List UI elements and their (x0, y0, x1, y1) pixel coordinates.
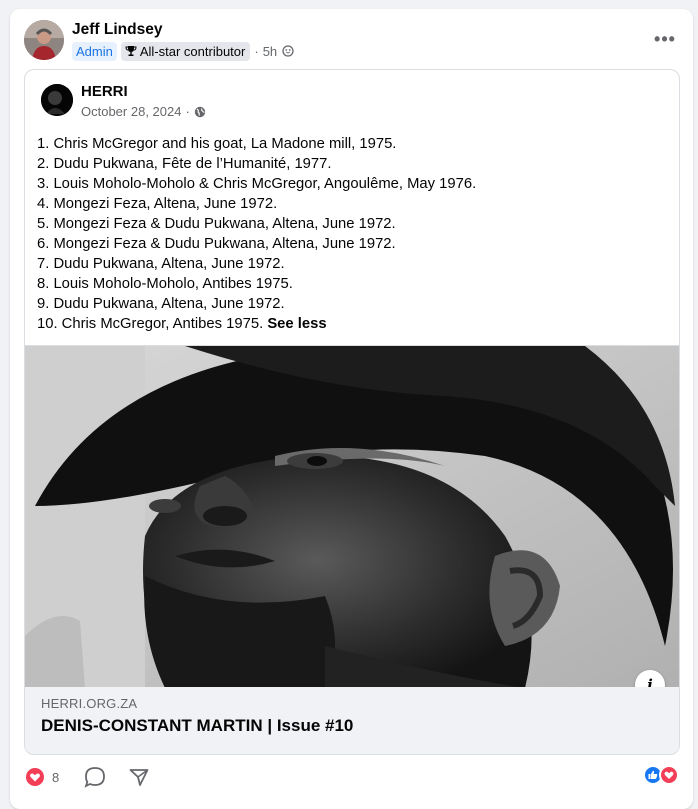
post-caption: 1. Chris McGregor and his goat, La Madon… (37, 134, 667, 334)
caption-line: 5. Mongezi Feza & Dudu Pukwana, Altena, … (37, 216, 396, 232)
page-meta: October 28, 2024 · (81, 104, 206, 119)
admin-badge[interactable]: Admin (72, 41, 117, 61)
audience-icon[interactable] (282, 45, 294, 57)
caption-line: 1. Chris McGregor and his goat, La Madon… (37, 136, 397, 152)
share-button[interactable] (127, 766, 151, 788)
author-name[interactable]: Jeff Lindsey (72, 21, 162, 39)
meta-separator: · (254, 43, 259, 59)
action-bar: 8 (26, 766, 171, 788)
comment-button[interactable] (83, 766, 107, 788)
shared-post: HERRI October 28, 2024 · 1. Chris McGreg… (24, 69, 680, 755)
love-reaction-button[interactable] (26, 768, 44, 786)
heart-reaction-icon (659, 765, 679, 785)
allstar-label: All-star contributor (139, 43, 246, 59)
caption-line: 9. Dudu Pukwana, Altena, June 1972. (37, 296, 285, 312)
see-less-link[interactable]: See less (267, 316, 326, 332)
page-name[interactable]: HERRI (81, 83, 128, 100)
heart-icon (26, 768, 44, 786)
link-preview[interactable]: HERRI.ORG.ZA DENIS-CONSTANT MARTIN | Iss… (25, 687, 679, 754)
comment-icon (84, 767, 106, 788)
link-title[interactable]: DENIS-CONSTANT MARTIN | Issue #10 (41, 716, 353, 736)
caption-line: 8. Louis Moholo-Moholo, Antibes 1975. (37, 276, 293, 292)
reaction-count[interactable]: 8 (52, 770, 59, 785)
caption-line: 10. Chris McGregor, Antibes 1975. (37, 316, 264, 332)
caption-line: 4. Mongezi Feza, Altena, June 1972. (37, 196, 278, 212)
globe-icon (194, 106, 206, 117)
link-domain: HERRI.ORG.ZA (41, 696, 138, 711)
post-card: Jeff Lindsey Admin All-star contributor … (10, 9, 693, 809)
post-header: Jeff Lindsey Admin All-star contributor … (24, 19, 679, 71)
more-options-button[interactable]: ••• (651, 29, 679, 49)
share-icon (129, 769, 149, 786)
caption-last-line: 10. Chris McGregor, Antibes 1975. See le… (37, 314, 667, 334)
allstar-badge[interactable]: All-star contributor (120, 41, 251, 61)
post-time[interactable]: 5h (263, 44, 277, 59)
caption-line: 2. Dudu Pukwana, Fête de l’Humanité, 197… (37, 156, 332, 172)
reaction-summary[interactable] (643, 765, 679, 785)
caption-line: 7. Dudu Pukwana, Altena, June 1972. (37, 256, 285, 272)
caption-line: 6. Mongezi Feza & Dudu Pukwana, Altena, … (37, 236, 396, 252)
trophy-icon (125, 46, 137, 56)
shared-photo[interactable] (25, 345, 679, 687)
meta-separator: · (185, 104, 190, 119)
page-avatar[interactable] (41, 84, 73, 116)
shared-date[interactable]: October 28, 2024 (81, 104, 181, 119)
caption-line: 3. Louis Moholo-Moholo & Chris McGregor,… (37, 176, 477, 192)
post-footer: 8 (24, 763, 679, 789)
author-meta: Admin All-star contributor · 5h (72, 41, 294, 61)
author-avatar[interactable] (24, 20, 64, 60)
